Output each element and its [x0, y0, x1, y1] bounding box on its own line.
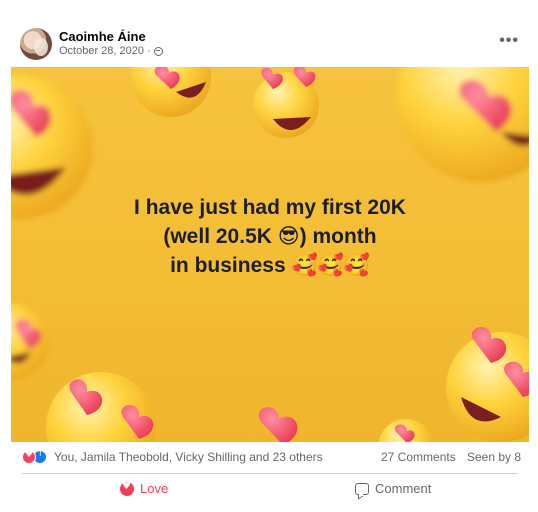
more-icon[interactable]: ••• [499, 32, 519, 50]
emoji-bottom-right [446, 326, 529, 442]
heart-bottom-center [258, 407, 434, 442]
reaction-stats: You, Jamila Theobold, Vicky Shilling and… [11, 442, 529, 472]
love-reaction-icon [22, 449, 36, 464]
emoji-top-center [131, 67, 211, 117]
divider [22, 473, 518, 474]
post-meta: October 28, 2020 · [59, 45, 163, 57]
emoji-bottom-left [11, 304, 49, 380]
comment-button[interactable]: Comment [355, 481, 431, 496]
post-card: Caoimhe Áine October 28, 2020 · ••• I ha… [11, 14, 529, 496]
post-text-line: (well 20.5K 😎) month [163, 225, 377, 248]
comment-label: Comment [375, 481, 432, 496]
post-text-line: in business 🥰🥰🥰 [170, 254, 370, 277]
author-name[interactable]: Caoimhe Áine [59, 29, 146, 44]
emoji-top-mid [253, 67, 319, 138]
reactors-text[interactable]: You, Jamila Theobold, Vicky Shilling and… [54, 450, 323, 464]
comment-icon [355, 482, 369, 495]
avatar[interactable] [20, 28, 52, 60]
seen-by[interactable]: Seen by 8 [467, 450, 521, 464]
emoji-bottom-center-left [46, 372, 156, 442]
post-text: I have just had my first 20K (well 20.5K… [11, 193, 529, 280]
action-bar: Love Comment [11, 475, 529, 505]
love-button[interactable]: Love [120, 481, 168, 496]
comments-count[interactable]: 27 Comments [381, 450, 456, 464]
love-icon [120, 481, 134, 496]
reaction-icons[interactable] [22, 449, 48, 464]
emoji-top-right [396, 67, 529, 182]
globe-icon [153, 46, 163, 56]
post-image[interactable]: I have just had my first 20K (well 20.5K… [11, 67, 529, 442]
post-header: Caoimhe Áine October 28, 2020 · ••• [11, 14, 529, 66]
love-label: Love [140, 481, 169, 496]
post-date[interactable]: October 28, 2020 · [59, 45, 151, 57]
post-text-line: I have just had my first 20K [134, 196, 406, 219]
